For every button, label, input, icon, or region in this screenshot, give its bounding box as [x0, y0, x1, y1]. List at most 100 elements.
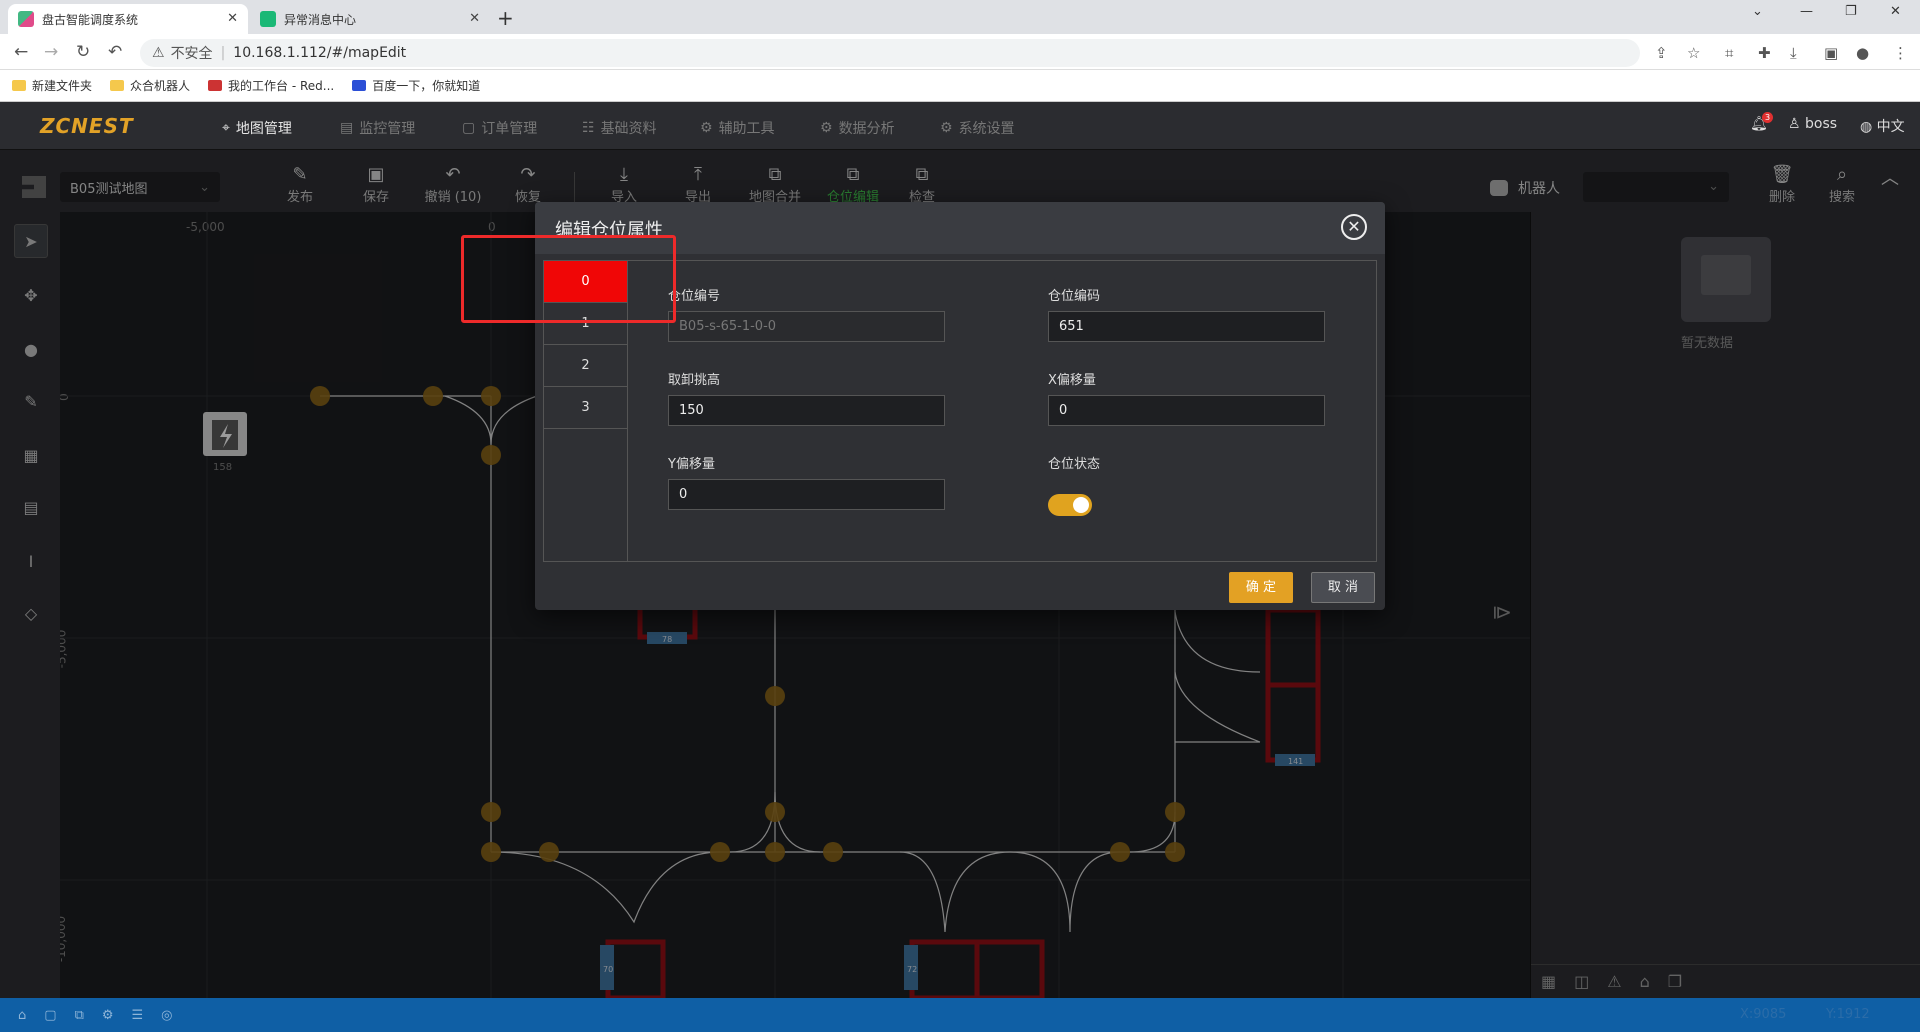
user-icon: ♙ — [1788, 116, 1801, 132]
tab-title: 异常消息中心 — [284, 12, 357, 27]
user-menu[interactable]: ♙ boss — [1788, 116, 1837, 132]
menu-data-analysis[interactable]: ⚙ 数据分析 — [820, 118, 895, 138]
slot-index-item[interactable]: 3 — [544, 387, 627, 429]
url-field[interactable]: ⚠ 不安全 | 10.168.1.112/#/mapEdit — [140, 39, 1640, 67]
confirm-button[interactable]: 确 定 — [1229, 572, 1293, 603]
bookmark-item[interactable]: 新建文件夹 — [12, 77, 92, 94]
y-offset-field[interactable]: 0 — [668, 479, 945, 510]
x-offset-field[interactable]: 0 — [1048, 395, 1325, 426]
forward-icon[interactable]: → — [44, 42, 58, 62]
menu-monitoring[interactable]: ▤ 监控管理 — [340, 118, 415, 138]
bookmark-label: 我的工作台 - Red... — [228, 79, 335, 93]
y-offset-label: Y偏移量 — [668, 457, 715, 472]
address-bar: ← → ↻ ↶ ⚠ 不安全 | 10.168.1.112/#/mapEdit ⇪… — [0, 34, 1920, 70]
bookmark-item[interactable]: 百度一下，你就知道 — [352, 77, 480, 94]
chart-icon: ▤ — [340, 120, 354, 136]
reload-icon[interactable]: ↻ — [76, 42, 90, 62]
y-coordinate: Y:1912 — [1826, 1007, 1870, 1022]
x-offset-label: X偏移量 — [1048, 373, 1096, 388]
toggle-knob — [1073, 497, 1089, 513]
baidu-icon — [352, 80, 367, 91]
user-name: boss — [1805, 116, 1838, 132]
status-bar: ⌂ ▢ ⧉ ⚙ ☰ ◎ X:9085 Y:1912 — [0, 998, 1920, 1032]
home-icon[interactable]: ⌂ — [18, 1008, 26, 1023]
notification-badge: 3 — [1762, 112, 1773, 123]
menu-label: 数据分析 — [838, 121, 895, 137]
doc-icon[interactable]: ▢ — [44, 1008, 56, 1023]
highlight-annotation — [461, 235, 676, 323]
menu-aux-tools[interactable]: ⚙ 辅助工具 — [700, 118, 775, 138]
app-logo: ZCNEST — [40, 114, 134, 138]
folder-icon — [12, 80, 26, 91]
menu-icon[interactable]: ⋮ — [1893, 44, 1908, 62]
sliders-icon: ☷ — [582, 120, 595, 136]
slot-status-toggle[interactable] — [1048, 494, 1092, 516]
bookmark-item[interactable]: 众合机器人 — [110, 77, 190, 94]
menu-label: 辅助工具 — [718, 121, 775, 137]
extensions-icon[interactable]: ✚ — [1758, 44, 1771, 62]
menu-label: 基础资料 — [600, 121, 657, 137]
tab-exception-center[interactable]: 异常消息中心 ✕ — [250, 4, 490, 34]
slot-number-field[interactable]: B05-s-65-1-0-0 — [668, 311, 945, 342]
gear-icon: ⚙ — [940, 120, 953, 136]
url-text: 10.168.1.112/#/mapEdit — [233, 45, 407, 61]
document-icon: ▢ — [462, 120, 476, 136]
restore-icon[interactable]: ❐ — [1845, 4, 1857, 19]
redmine-icon — [208, 80, 223, 91]
folder-icon — [110, 80, 125, 91]
undo-icon[interactable]: ↶ — [108, 42, 122, 62]
slot-index-item[interactable]: 2 — [544, 345, 627, 387]
menu-label: 地图管理 — [235, 121, 292, 137]
language-label: 中文 — [1876, 119, 1905, 135]
star-icon[interactable]: ☆ — [1687, 44, 1700, 62]
bookmark-label: 百度一下，你就知道 — [372, 79, 481, 93]
download-icon[interactable]: ⤓ — [1790, 44, 1797, 62]
divider: | — [220, 45, 226, 61]
globe-icon: ◍ — [1860, 119, 1873, 135]
minimize-icon[interactable]: — — [1800, 4, 1813, 19]
cancel-button[interactable]: 取 消 — [1311, 572, 1375, 603]
share-icon[interactable]: ⇪ — [1655, 44, 1668, 62]
slot-status-label: 仓位状态 — [1048, 457, 1101, 472]
slot-code-field[interactable]: 651 — [1048, 311, 1325, 342]
menu-basic-data[interactable]: ☷ 基础资料 — [582, 118, 657, 138]
close-icon[interactable]: ✕ — [469, 11, 480, 26]
slot-code-label: 仓位编码 — [1048, 289, 1101, 304]
bookmark-label: 新建文件夹 — [32, 79, 93, 93]
layers-icon[interactable]: ⧉ — [75, 1008, 84, 1023]
menu-label: 监控管理 — [359, 121, 416, 137]
close-icon[interactable]: ✕ — [227, 11, 238, 26]
bookmarks-bar: 新建文件夹 众合机器人 我的工作台 - Red... 百度一下，你就知道 — [0, 70, 1920, 102]
tab-dispatch-system[interactable]: 盘古智能调度系统 ✕ — [8, 4, 248, 34]
tab-search-icon[interactable]: ⌄ — [1752, 4, 1763, 19]
profile-icon[interactable]: ● — [1856, 44, 1869, 62]
language-menu[interactable]: ◍ 中文 — [1860, 116, 1905, 136]
bookmark-item[interactable]: 我的工作台 - Red... — [208, 77, 334, 94]
gear-icon: ⚙ — [700, 120, 713, 136]
gear-icon: ⚙ — [820, 120, 833, 136]
back-icon[interactable]: ← — [14, 42, 28, 62]
lift-height-label: 取卸挑高 — [668, 373, 721, 388]
menu-system-settings[interactable]: ⚙ 系统设置 — [940, 118, 1015, 138]
tab-title: 盘古智能调度系统 — [42, 12, 139, 27]
close-window-icon[interactable]: ✕ — [1890, 4, 1901, 19]
warning-icon: ⚠ — [152, 45, 165, 61]
menu-label: 系统设置 — [958, 121, 1015, 137]
list-icon[interactable]: ☰ — [132, 1008, 144, 1023]
menu-orders[interactable]: ▢ 订单管理 — [462, 118, 537, 138]
app-header: ZCNEST ⌖ 地图管理 ▤ 监控管理 ▢ 订单管理 ☷ 基础资料 ⚙ 辅助工具 ⚙ 数据… — [0, 102, 1920, 150]
new-tab-button[interactable]: + — [497, 6, 514, 30]
close-icon[interactable]: ✕ — [1341, 214, 1367, 240]
sidebar-icon[interactable]: ▣ — [1824, 44, 1838, 62]
vue-icon — [18, 11, 34, 27]
x-coordinate: X:9085 — [1740, 1007, 1787, 1022]
browser-tabbar: 盘古智能调度系统 ✕ 异常消息中心 ✕ + ⌄ — ❐ ✕ — [0, 0, 1920, 34]
menu-label: 订单管理 — [481, 121, 538, 137]
lift-height-field[interactable]: 150 — [668, 395, 945, 426]
play-icon — [260, 11, 276, 27]
menu-map-management[interactable]: ⌖ 地图管理 — [222, 118, 292, 138]
security-label: 不安全 — [170, 46, 213, 62]
crop-icon[interactable]: ⌗ — [1725, 44, 1733, 62]
gear-icon[interactable]: ⚙ — [102, 1008, 114, 1023]
target-icon[interactable]: ◎ — [161, 1008, 172, 1023]
